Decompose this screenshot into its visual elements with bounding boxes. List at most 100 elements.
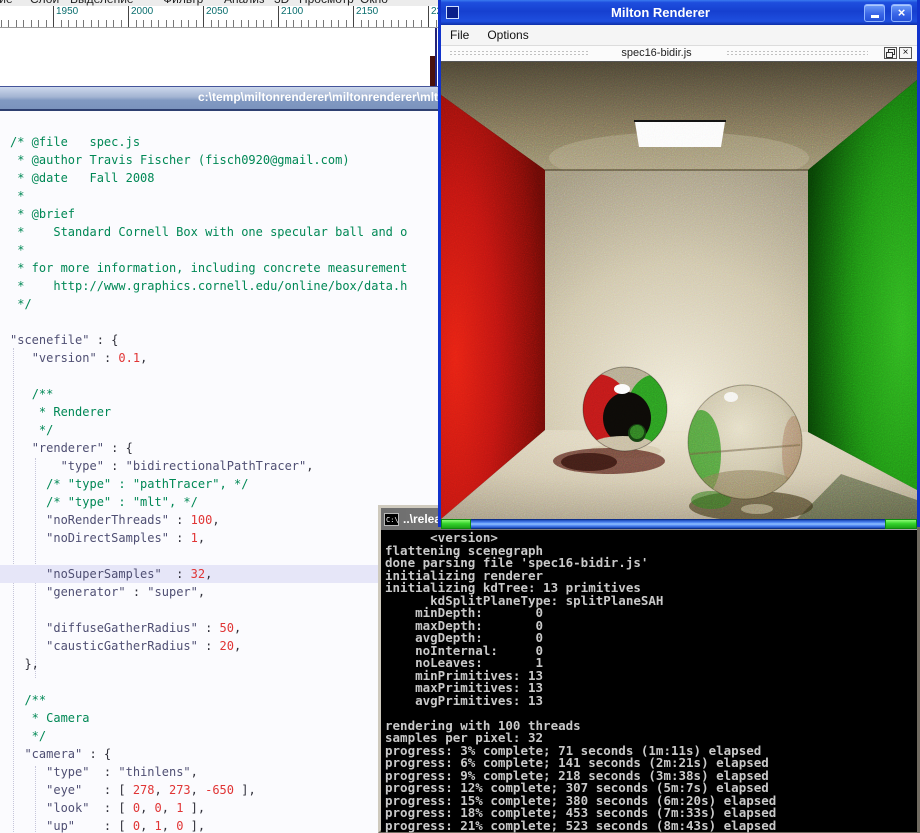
ruler-tick xyxy=(181,20,182,27)
ruler-tick xyxy=(188,20,189,27)
code-line: * for more information, including concre… xyxy=(10,261,408,275)
dock-close-button[interactable]: × xyxy=(899,47,912,59)
restore-icon xyxy=(886,48,895,58)
code-line: "camera" : { xyxy=(24,747,112,761)
ruler-tick xyxy=(76,20,77,27)
minimize-button[interactable] xyxy=(864,3,885,22)
ruler-tick xyxy=(271,20,272,27)
progress-segment-left xyxy=(441,519,471,529)
ruler-tick xyxy=(211,20,212,27)
code-line: "up" : [ 0, 1, 0 ], xyxy=(46,819,206,833)
code-line: * @date Fall 2008 xyxy=(10,171,155,185)
code-line: "noRenderThreads" : 100, xyxy=(46,513,220,527)
ruler-tick xyxy=(241,20,242,27)
code-line: */ xyxy=(24,729,47,743)
milton-window: Milton Renderer × File Options spec16-bi… xyxy=(438,0,920,529)
code-line: * xyxy=(10,189,25,203)
ruler-label: 2050 xyxy=(206,6,229,17)
code-line: /* "type" : "mlt", */ xyxy=(46,495,198,509)
editor-titlebar[interactable]: c:\temp\miltonrenderer\miltonrenderer\ml… xyxy=(0,86,438,111)
code-line: * Renderer xyxy=(31,405,112,419)
ruler-tick xyxy=(331,20,332,27)
ruler-label: 2150 xyxy=(356,6,379,17)
ruler-tick xyxy=(323,20,324,27)
code-line: "noSuperSamples" : 32, xyxy=(0,565,438,583)
menu-options[interactable]: Options xyxy=(478,28,537,42)
code-line: "eye" : [ 278, 273, -650 ], xyxy=(46,783,256,797)
code-line: /* @file spec.js xyxy=(10,135,141,149)
document-edge-line xyxy=(435,28,437,86)
code-line: */ xyxy=(10,297,32,311)
ruler-tick xyxy=(1,20,2,27)
menu-file[interactable]: File xyxy=(441,28,478,42)
render-viewport xyxy=(441,62,917,519)
code-line: * @author Travis Fischer (fisch0920@gmai… xyxy=(10,153,350,167)
code-line: /** xyxy=(31,387,54,401)
ruler-tick xyxy=(398,20,399,27)
ruler-tick xyxy=(338,20,339,27)
ruler-tick xyxy=(158,20,159,27)
progress-track xyxy=(471,519,885,529)
ruler-tick xyxy=(151,20,152,27)
code-line: */ xyxy=(31,423,54,437)
dock-tab-label: spec16-bidir.js xyxy=(621,47,692,59)
editor-window: c:\temp\miltonrenderer\miltonrenderer\ml… xyxy=(0,86,439,833)
ruler-tick xyxy=(98,20,99,27)
ruler-tick xyxy=(16,20,17,27)
ruler-tick xyxy=(436,20,437,27)
ruler-tick xyxy=(61,20,62,27)
ruler-tick xyxy=(166,20,167,27)
app-icon xyxy=(446,6,459,19)
ruler-label: 1950 xyxy=(56,6,79,17)
code-line: "diffuseGatherRadius" : 50, xyxy=(46,621,242,635)
code-line: "noDirectSamples" : 1, xyxy=(46,531,206,545)
code-line: * @brief xyxy=(10,207,76,221)
ruler-tick xyxy=(346,20,347,27)
console-title-text: ..\relea xyxy=(403,512,442,526)
ruler-tick xyxy=(413,20,414,27)
ruler-tick xyxy=(226,20,227,27)
console-icon: C:\ xyxy=(384,512,399,526)
ruler-tick xyxy=(121,20,122,27)
ruler-tick xyxy=(248,20,249,27)
ruler-major-tick xyxy=(128,6,129,27)
close-button[interactable]: × xyxy=(891,3,912,22)
console-output: <version> flattening scenegraph done par… xyxy=(381,530,917,832)
ruler-tick xyxy=(391,20,392,27)
screen: ениеСлойВыделениеФильтрАнализ3DПросмотрО… xyxy=(0,0,920,833)
render-progressbar xyxy=(441,519,917,529)
ruler-tick xyxy=(68,20,69,27)
code-line: "renderer" : { xyxy=(31,441,133,455)
progress-segment-right xyxy=(885,519,917,529)
ruler-tick xyxy=(23,20,24,27)
ruler-tick xyxy=(256,20,257,27)
ruler-tick xyxy=(383,20,384,27)
code-line: /* "type" : "pathTracer", */ xyxy=(46,477,249,491)
window-title: Milton Renderer xyxy=(611,5,710,20)
console-window[interactable]: C:\ ..\relea <version> flattening sceneg… xyxy=(378,505,920,833)
ruler-tick xyxy=(286,20,287,27)
ruler-tick xyxy=(136,20,137,27)
ruler-label: 2100 xyxy=(281,6,304,17)
render-dock-titlebar[interactable]: spec16-bidir.js × xyxy=(441,46,917,62)
ruler-tick xyxy=(46,20,47,27)
ruler-tick xyxy=(293,20,294,27)
ruler-tick xyxy=(376,20,377,27)
ruler-tick xyxy=(106,20,107,27)
code-line: * Standard Cornell Box with one specular… xyxy=(10,225,408,239)
dock-float-button[interactable] xyxy=(884,47,897,59)
ruler-tick xyxy=(218,20,219,27)
ruler-tick xyxy=(233,20,234,27)
editor-code-area[interactable]: /* @file spec.js * @author Travis Fische… xyxy=(0,111,438,833)
milton-titlebar[interactable]: Milton Renderer × xyxy=(441,0,917,25)
ruler-tick xyxy=(263,20,264,27)
code-content: /* @file spec.js * @author Travis Fische… xyxy=(0,133,438,833)
ruler-label: 2200 xyxy=(431,6,438,17)
ruler-tick xyxy=(31,20,32,27)
ruler-tick xyxy=(301,20,302,27)
